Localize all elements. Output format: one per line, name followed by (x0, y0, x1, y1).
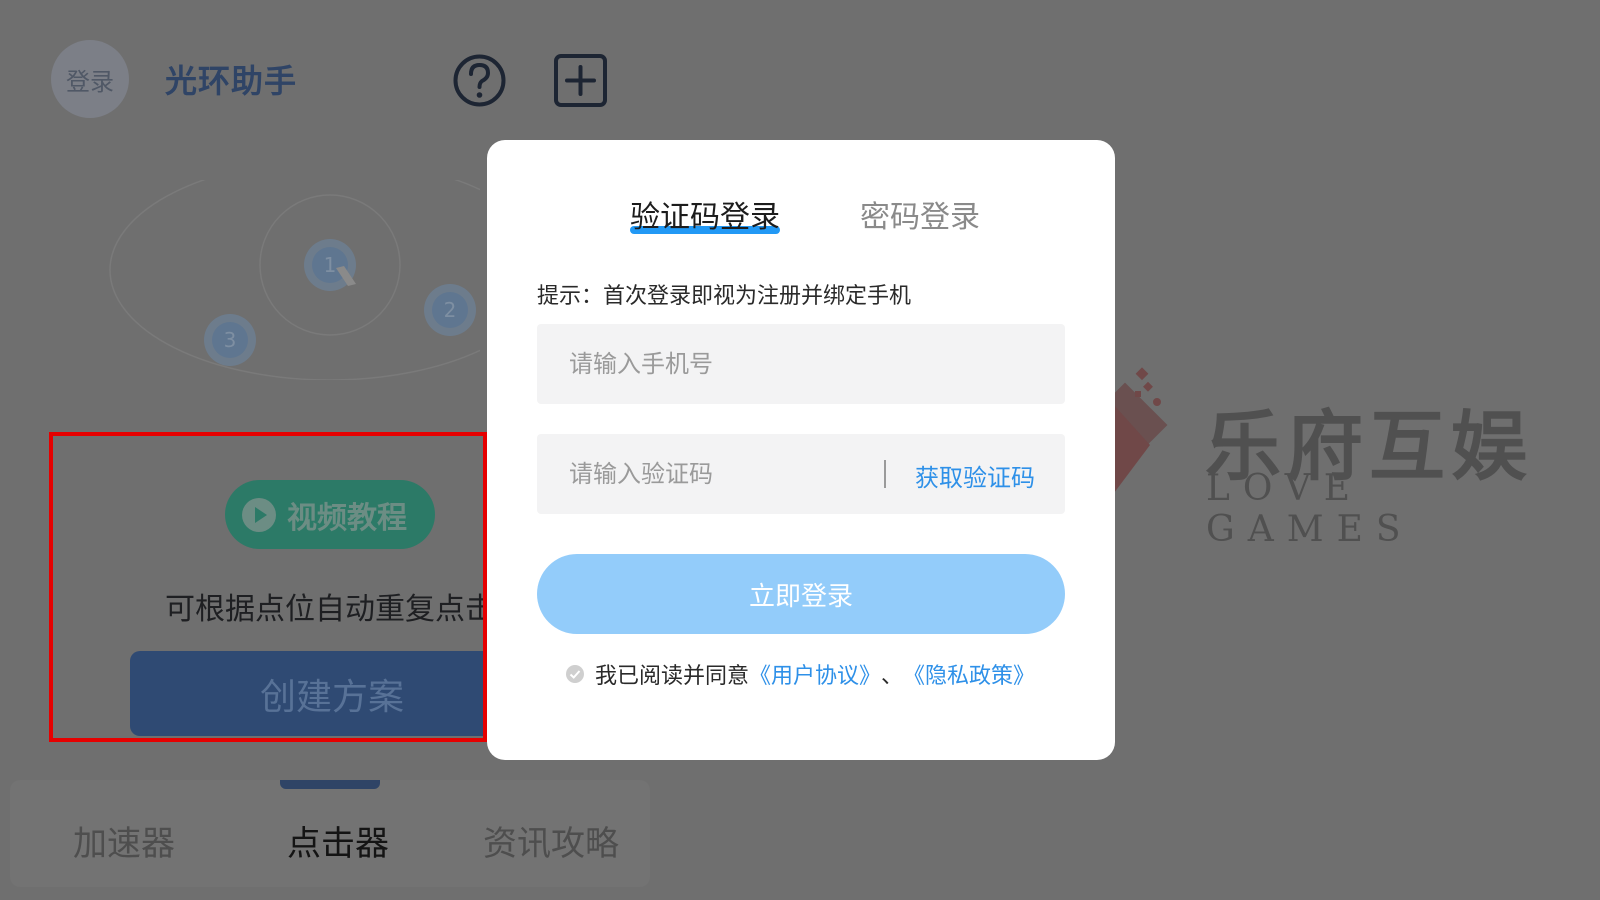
field-divider (884, 460, 886, 488)
bottom-tab-bar: 加速器 点击器 资讯攻略 (10, 780, 650, 887)
code-field-box: 获取验证码 (537, 434, 1065, 514)
app-title: 光环助手 (165, 62, 298, 100)
agreement-prefix: 我已阅读并同意 (595, 664, 750, 689)
top-bar: 登录 光环助手 (0, 0, 1600, 160)
marker-2: 2 (444, 298, 457, 322)
tab-password-login[interactable]: 密码登录 (860, 192, 980, 236)
tab-clicker[interactable]: 点击器 (287, 816, 389, 865)
watermark: 乐府互娱 LOVE GAMES (1105, 355, 1575, 550)
get-code-button[interactable]: 获取验证码 (915, 458, 1035, 493)
phone-field-box (537, 324, 1065, 404)
marker-3: 3 (224, 328, 237, 352)
plus-square-icon[interactable] (553, 53, 608, 108)
login-button[interactable]: 立即登录 (537, 554, 1065, 634)
clicker-illustration: 1 2 3 (109, 180, 480, 380)
highlight-frame (49, 432, 487, 742)
tab-news-guides[interactable]: 资讯攻略 (483, 816, 619, 865)
watermark-en: LOVE GAMES (1206, 468, 1414, 550)
privacy-policy-link[interactable]: 《隐私政策》 (903, 658, 1035, 690)
agreement-separator: 、 (881, 664, 904, 689)
verification-code-input[interactable] (537, 434, 899, 514)
login-avatar-label: 登录 (66, 67, 114, 96)
agreement-checkbox-icon[interactable] (565, 664, 585, 684)
watermark-logo (1105, 355, 1168, 505)
tab-sms-login[interactable]: 验证码登录 (630, 192, 780, 236)
active-tab-indicator (280, 780, 380, 789)
login-hint: 提示：首次登录即视为注册并绑定手机 (537, 284, 912, 309)
login-button-label: 立即登录 (748, 581, 853, 612)
login-avatar[interactable]: 登录 (51, 40, 129, 118)
agreement-row: 我已阅读并同意 《用户协议》 、 《隐私政策》 (565, 658, 1035, 690)
phone-input[interactable] (537, 324, 899, 404)
user-agreement-link[interactable]: 《用户协议》 (749, 658, 881, 690)
tab-accelerator[interactable]: 加速器 (73, 816, 175, 865)
marker-1: 1 (324, 253, 337, 277)
question-circle-icon[interactable] (452, 53, 507, 108)
login-modal: 验证码登录 密码登录 提示：首次登录即视为注册并绑定手机 获取验证码 立即登录 … (487, 140, 1115, 760)
